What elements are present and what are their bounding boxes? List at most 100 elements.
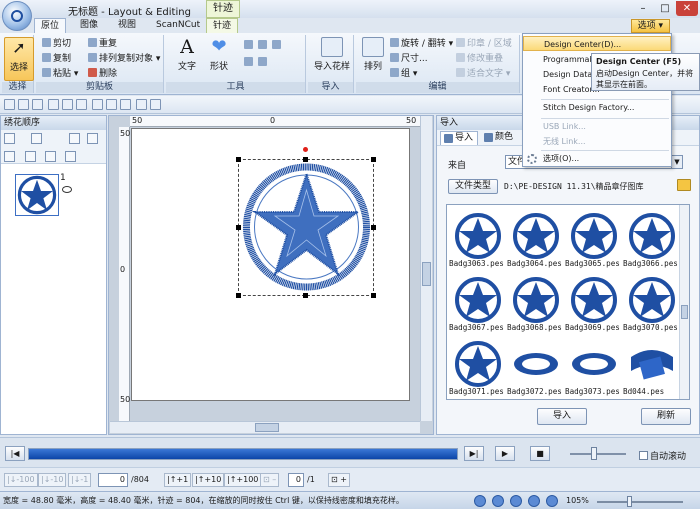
step-plus-100-button[interactable]: |↑+100: [224, 473, 262, 487]
resize-handle[interactable]: [371, 157, 376, 162]
maximize-button[interactable]: □: [654, 1, 676, 16]
print-icon[interactable]: [48, 99, 59, 110]
resize-handle[interactable]: [303, 157, 308, 162]
preview-icon[interactable]: [92, 99, 103, 110]
pattern-file-item[interactable]: Badg3073.pes: [565, 337, 623, 399]
scroll-thumb[interactable]: [422, 262, 431, 286]
tab-stitch[interactable]: 针迹: [206, 18, 239, 33]
size-button[interactable]: 尺寸...: [390, 53, 428, 65]
pattern-file-item[interactable]: Badg3069.pes: [565, 273, 623, 337]
resize-handle[interactable]: [371, 225, 376, 230]
zoom-slider[interactable]: [597, 501, 683, 503]
pattern-file-item[interactable]: Badg3064.pes: [507, 209, 565, 273]
options-button[interactable]: 选项 ▾: [630, 19, 670, 33]
view-mode-icon[interactable]: [491, 495, 504, 507]
cut-button[interactable]: 剪切: [42, 38, 71, 50]
stamp-button[interactable]: 印章 / 区域: [456, 38, 512, 50]
resize-handle[interactable]: [236, 157, 241, 162]
step-minus-1-button[interactable]: |↓-1: [68, 473, 92, 487]
settings-icon[interactable]: [120, 99, 131, 110]
hand-tool-button[interactable]: [244, 57, 255, 69]
stitch-progress[interactable]: [28, 448, 458, 460]
menu-wireless-link[interactable]: 无线 Link...: [523, 134, 671, 149]
color-current-field[interactable]: 0: [288, 473, 304, 487]
order-bottom-icon[interactable]: [87, 133, 98, 144]
order-sort-icon[interactable]: [31, 133, 42, 144]
modify-stitch-button[interactable]: 修改重叠: [456, 53, 503, 65]
help-icon[interactable]: [150, 99, 161, 110]
grid-icon[interactable]: [106, 99, 117, 110]
pattern-file-item[interactable]: Bd044.pes: [623, 337, 681, 399]
pattern-file-item[interactable]: Badg3068.pes: [507, 273, 565, 337]
menu-stitch-design-factory[interactable]: Stitch Design Factory...: [523, 100, 671, 115]
text-button[interactable]: A 文字: [172, 37, 202, 72]
resize-handle[interactable]: [303, 293, 308, 298]
auto-scroll-checkbox[interactable]: 自动滚动: [639, 449, 686, 462]
folder-icon[interactable]: [677, 179, 691, 191]
resize-handle[interactable]: [236, 293, 241, 298]
eye-icon[interactable]: [62, 186, 72, 193]
visibility-icon[interactable]: [4, 151, 15, 162]
open-icon[interactable]: [18, 99, 29, 110]
tab-view[interactable]: 视图: [112, 18, 142, 33]
step-minus-10-button[interactable]: |↓-10: [38, 473, 67, 487]
redo-icon[interactable]: [76, 99, 87, 110]
view-mode-icon[interactable]: [545, 495, 558, 507]
import-button[interactable]: 导入: [537, 408, 587, 425]
rotate-flip-button[interactable]: 旋转 / 翻转 ▾: [390, 38, 453, 50]
order-top-icon[interactable]: [69, 133, 80, 144]
menu-options[interactable]: 选项(O)...: [523, 151, 671, 166]
color-next-button[interactable]: ⊡ +: [328, 473, 350, 487]
step-current-field[interactable]: 0: [98, 473, 128, 487]
tab-color[interactable]: 颜色: [481, 131, 521, 145]
step-minus-100-button[interactable]: |↓-100: [4, 473, 38, 487]
import-small-icon[interactable]: [136, 99, 147, 110]
paste-button[interactable]: 粘贴 ▾: [42, 68, 78, 80]
tab-image[interactable]: 图像: [74, 18, 104, 33]
skip-end-button[interactable]: ▶|: [464, 446, 484, 461]
step-plus-10-button[interactable]: |↑+10: [192, 473, 225, 487]
hide-icon[interactable]: [45, 151, 56, 162]
group-button[interactable]: 组 ▾: [390, 68, 417, 80]
save-icon[interactable]: [32, 99, 43, 110]
select-button[interactable]: ➚ 选择: [4, 37, 34, 81]
canvas-vertical-scrollbar[interactable]: [420, 116, 432, 421]
undo-icon[interactable]: [62, 99, 73, 110]
tab-home[interactable]: 原位: [34, 18, 67, 33]
speed-slider-thumb[interactable]: [590, 447, 597, 460]
rotate-handle[interactable]: [303, 147, 308, 152]
scroll-thumb[interactable]: [255, 423, 279, 432]
menu-usb-link[interactable]: USB Link...: [523, 119, 671, 134]
step-plus-1-button[interactable]: |↑+1: [164, 473, 192, 487]
resize-handle[interactable]: [371, 293, 376, 298]
zoom-out-button[interactable]: [258, 40, 269, 52]
tab-scanncut[interactable]: ScanNCut: [150, 18, 206, 33]
pattern-file-item[interactable]: Badg3065.pes: [565, 209, 623, 273]
repeat-button[interactable]: 重复: [88, 38, 117, 50]
zoom-in-button[interactable]: [244, 40, 255, 52]
delete-button[interactable]: 删除: [88, 68, 117, 80]
resize-handle[interactable]: [236, 225, 241, 230]
pointer-icon[interactable]: [65, 151, 76, 162]
import-pattern-button[interactable]: 导入花样: [312, 37, 352, 72]
shape-button[interactable]: ❤ 形状: [204, 37, 234, 73]
file-type-button[interactable]: 文件类型: [448, 179, 498, 194]
view-mode-icon[interactable]: [509, 495, 522, 507]
pattern-file-item[interactable]: Badg3070.pes: [623, 273, 681, 337]
speed-slider[interactable]: [570, 453, 626, 455]
close-button[interactable]: ✕: [676, 1, 698, 16]
copy-button[interactable]: 复制: [42, 53, 71, 65]
play-button[interactable]: ▶: [495, 446, 515, 461]
view-mode-icon[interactable]: [527, 495, 540, 507]
new-icon[interactable]: [4, 99, 15, 110]
zoom-slider-thumb[interactable]: [626, 496, 632, 507]
fit-text-button[interactable]: 适合文字 ▾: [456, 68, 510, 80]
menu-design-center[interactable]: Design Center(D)...: [523, 36, 671, 51]
minimize-button[interactable]: –: [632, 1, 654, 16]
pattern-file-item[interactable]: Badg3063.pes: [449, 209, 507, 273]
refresh-button[interactable]: 刷新: [641, 408, 691, 425]
canvas-horizontal-scrollbar[interactable]: [110, 421, 420, 433]
lock-icon[interactable]: [25, 151, 36, 162]
tab-import[interactable]: 导入: [440, 131, 478, 145]
pattern-file-item[interactable]: Badg3071.pes: [449, 337, 507, 399]
